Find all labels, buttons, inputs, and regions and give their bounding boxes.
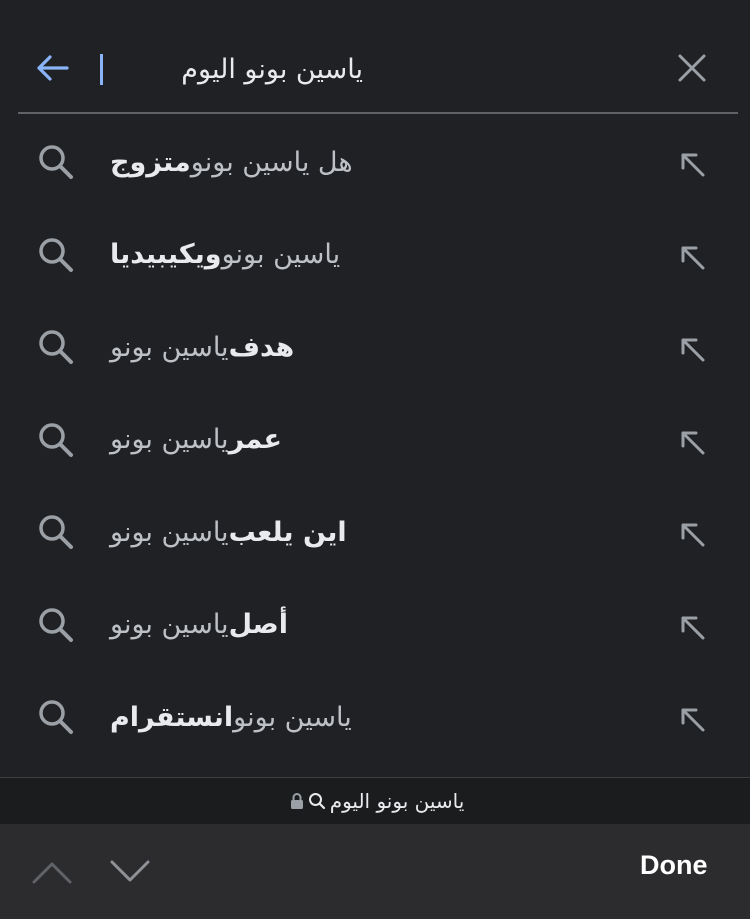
suggestion-bold: اين يلعب bbox=[228, 516, 347, 548]
suggestion-text: هدف ياسين بونو bbox=[110, 326, 294, 368]
suggestion-item[interactable]: عمر ياسين بونو bbox=[0, 394, 750, 487]
fill-query-button[interactable] bbox=[672, 514, 712, 554]
fill-query-button[interactable] bbox=[672, 699, 712, 739]
next-field-button[interactable] bbox=[108, 854, 152, 890]
suggestion-bold: متزوج bbox=[110, 146, 191, 178]
close-icon bbox=[678, 54, 706, 82]
suggestion-suffix: ياسين بونو bbox=[110, 331, 229, 363]
search-icon bbox=[308, 792, 326, 810]
url-bar[interactable]: ياسين بونو اليوم bbox=[0, 778, 750, 824]
arrow-left-icon bbox=[37, 55, 69, 81]
suggestion-suffix: ياسين بونو bbox=[110, 516, 229, 548]
suggestion-text: اين يلعب ياسين بونو bbox=[110, 511, 347, 553]
fill-query-button[interactable] bbox=[672, 329, 712, 369]
clear-button[interactable] bbox=[670, 46, 714, 90]
previous-field-button[interactable] bbox=[30, 854, 74, 890]
suggestion-item[interactable]: اين يلعب ياسين بونو bbox=[0, 486, 750, 579]
suggestion-text: أصل ياسين بونو bbox=[110, 604, 288, 646]
fill-query-button[interactable] bbox=[672, 607, 712, 647]
suggestion-text: ياسين بونو انستقرام bbox=[110, 696, 352, 738]
suggestion-bold: انستقرام bbox=[110, 701, 234, 733]
suggestion-bold: عمر bbox=[228, 424, 282, 455]
search-divider bbox=[18, 112, 738, 114]
suggestion-suffix: ياسين بونو bbox=[110, 609, 229, 640]
suggestion-item[interactable]: أصل ياسين بونو bbox=[0, 579, 750, 672]
suggestion-text: هل ياسين بونو متزوج bbox=[110, 141, 353, 183]
fill-query-button[interactable] bbox=[672, 144, 712, 184]
url-text: ياسين بونو اليوم bbox=[329, 789, 465, 813]
arrow-up-left-icon bbox=[681, 246, 705, 269]
search-icon bbox=[39, 422, 73, 457]
suggestion-text: ياسين بونو ويكيبيديا bbox=[110, 234, 340, 276]
search-input[interactable] bbox=[100, 53, 363, 85]
suggestion-item[interactable]: ياسين بونو انستقرام bbox=[0, 671, 750, 764]
arrow-up-left-icon bbox=[681, 153, 705, 177]
arrow-up-left-icon bbox=[681, 338, 705, 362]
suggestion-prefix: ياسين بونو bbox=[221, 239, 341, 270]
suggestion-suffix: ياسين بونو bbox=[110, 424, 229, 455]
suggestion-bold: ويكيبيديا bbox=[110, 239, 222, 270]
chevron-up-icon bbox=[32, 862, 72, 884]
arrow-up-left-icon bbox=[681, 708, 705, 732]
suggestion-prefix: ياسين بونو bbox=[233, 701, 352, 733]
search-field[interactable] bbox=[100, 44, 620, 94]
search-icon bbox=[39, 330, 73, 364]
search-icon bbox=[39, 607, 73, 642]
fill-query-button[interactable] bbox=[672, 237, 712, 277]
search-icon bbox=[39, 515, 73, 549]
suggestion-item[interactable]: هل ياسين بونو متزوج bbox=[0, 116, 750, 209]
search-icon bbox=[39, 237, 73, 272]
suggestion-item[interactable]: هدف ياسين بونو bbox=[0, 301, 750, 394]
keyboard-toolbar: Done bbox=[0, 824, 750, 919]
lock-icon bbox=[290, 792, 304, 810]
arrow-up-left-icon bbox=[681, 523, 705, 547]
suggestion-bold: هدف bbox=[228, 331, 295, 363]
suggestion-prefix: هل ياسين بونو bbox=[190, 146, 353, 178]
search-icon bbox=[39, 700, 73, 734]
suggestion-bold: أصل bbox=[228, 609, 289, 640]
search-header bbox=[0, 0, 750, 112]
search-icon bbox=[39, 145, 73, 179]
back-button[interactable] bbox=[30, 46, 74, 90]
arrow-up-left-icon bbox=[681, 431, 705, 454]
fill-query-button[interactable] bbox=[672, 422, 712, 462]
done-button[interactable]: Done bbox=[640, 850, 708, 890]
arrow-up-left-icon bbox=[681, 616, 705, 639]
chevron-down-icon bbox=[110, 860, 150, 882]
suggestion-text: عمر ياسين بونو bbox=[110, 419, 282, 461]
suggestion-list: هل ياسين بونو متزوج ياسين بونو ويكيبيديا… bbox=[0, 116, 750, 764]
suggestion-item[interactable]: ياسين بونو ويكيبيديا bbox=[0, 209, 750, 302]
